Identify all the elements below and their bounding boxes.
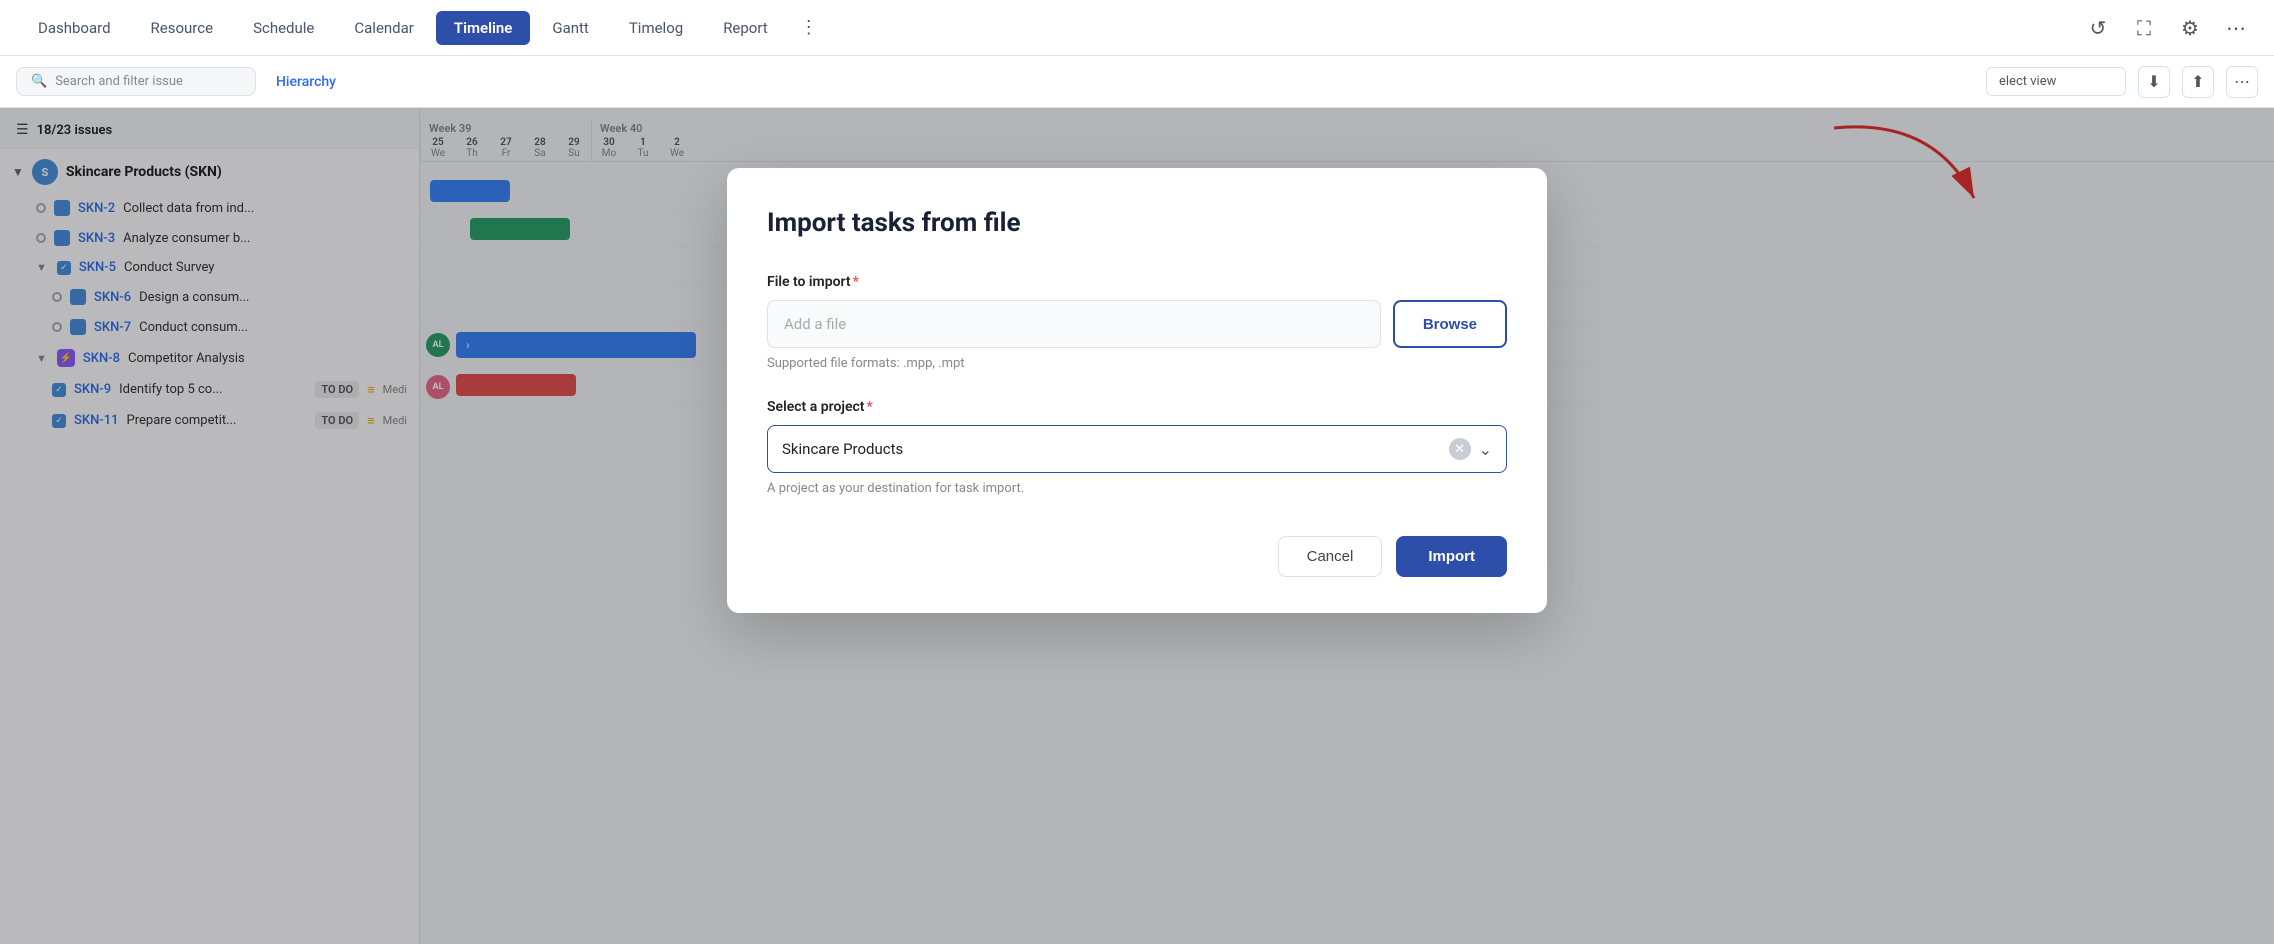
modal-title: Import tasks from file — [767, 208, 1507, 238]
clear-project-icon[interactable]: ✕ — [1449, 438, 1471, 460]
settings-icon[interactable]: ⚙ — [2172, 10, 2208, 46]
project-hint: A project as your destination for task i… — [767, 481, 1507, 496]
nav-timelog[interactable]: Timelog — [611, 11, 701, 45]
file-input-field[interactable]: Add a file — [767, 300, 1381, 348]
more-icon[interactable]: ⋯ — [2218, 10, 2254, 46]
nav-icons: ↺ ⛶ ⚙ ⋯ — [2080, 10, 2254, 46]
nav-gantt[interactable]: Gantt — [534, 11, 606, 45]
fullscreen-icon[interactable]: ⛶ — [2126, 10, 2162, 46]
nav-resource[interactable]: Resource — [133, 11, 232, 45]
upload-icon[interactable]: ⬆ — [2182, 66, 2214, 98]
chevron-down-icon[interactable]: ⌄ — [1479, 440, 1492, 459]
nav-dashboard[interactable]: Dashboard — [20, 11, 129, 45]
modal-actions: Cancel Import — [767, 536, 1507, 577]
download-icon[interactable]: ⬇ — [2138, 66, 2170, 98]
top-nav: Dashboard Resource Schedule Calendar Tim… — [0, 0, 2274, 56]
search-icon: 🔍 — [31, 74, 47, 89]
nav-more-button[interactable]: ⋮ — [790, 9, 828, 46]
file-label: File to import* — [767, 274, 1507, 290]
file-input-row: Add a file Browse — [767, 300, 1507, 348]
project-select-row[interactable]: Skincare Products ✕ ⌄ — [767, 425, 1507, 473]
select-view-dropdown[interactable]: elect view — [1986, 67, 2126, 96]
nav-schedule[interactable]: Schedule — [235, 11, 332, 45]
project-select-value: Skincare Products — [782, 440, 1441, 458]
project-label: Select a project* — [767, 399, 1507, 415]
required-star: * — [853, 274, 859, 290]
import-button[interactable]: Import — [1396, 536, 1507, 577]
hierarchy-button[interactable]: Hierarchy — [268, 70, 344, 94]
import-modal: Import tasks from file File to import* A… — [727, 168, 1547, 613]
search-placeholder: Search and filter issue — [55, 74, 183, 89]
required-star-project: * — [867, 399, 873, 415]
modal-backdrop: Import tasks from file File to import* A… — [0, 108, 2274, 944]
browse-button[interactable]: Browse — [1393, 300, 1507, 348]
nav-timeline[interactable]: Timeline — [436, 11, 530, 45]
search-box[interactable]: 🔍 Search and filter issue — [16, 67, 256, 96]
second-nav: 🔍 Search and filter issue Hierarchy elec… — [0, 56, 2274, 108]
nav-calendar[interactable]: Calendar — [336, 11, 432, 45]
cancel-button[interactable]: Cancel — [1278, 536, 1383, 577]
file-hint: Supported file formats: .mpp, .mpt — [767, 356, 1507, 371]
main-area: ☰ 18/23 issues ▼ S Skincare Products (SK… — [0, 108, 2274, 944]
nav-report[interactable]: Report — [705, 11, 786, 45]
more-options-icon[interactable]: ⋯ — [2226, 66, 2258, 98]
refresh-icon[interactable]: ↺ — [2080, 10, 2116, 46]
